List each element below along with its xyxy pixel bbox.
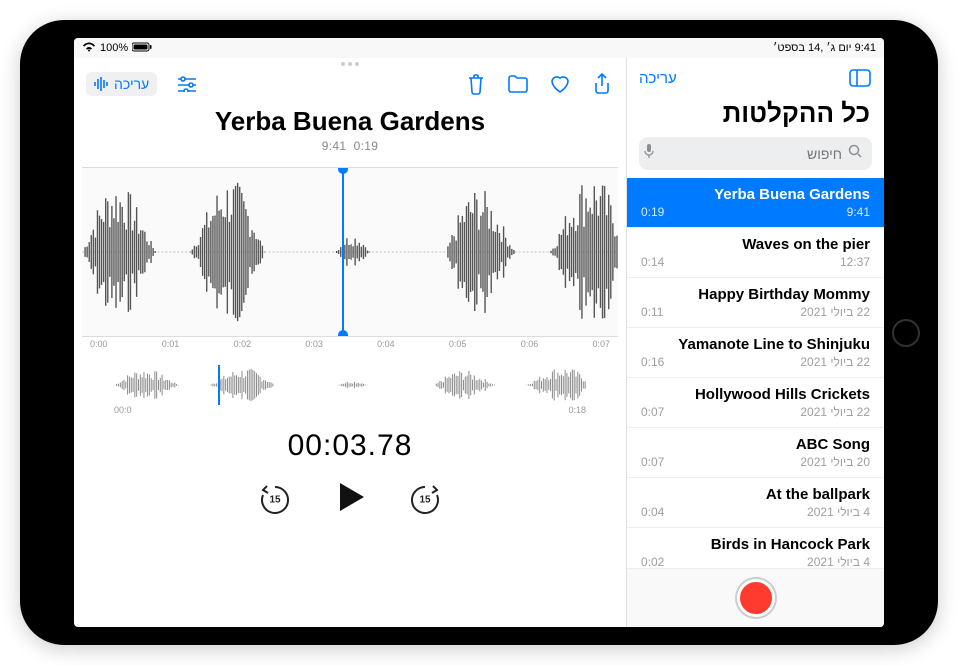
recording-item-time: 22 ביולי 2021: [800, 355, 870, 369]
sidebar: עריכה כל ההקלטות Yerba Buena Gardens 9:4…: [626, 58, 884, 627]
recording-title[interactable]: Yerba Buena Gardens: [74, 106, 626, 137]
recording-item[interactable]: Yerba Buena Gardens 9:41 0:19: [627, 178, 884, 228]
recording-item-title: Yerba Buena Gardens: [641, 186, 870, 203]
recording-item[interactable]: At the ballpark 4 ביולי 2021 0:04: [627, 478, 884, 528]
waveform[interactable]: [82, 167, 618, 337]
status-clock: 9:41 יום ג׳ ,14 בספט׳: [773, 42, 876, 54]
recording-item[interactable]: Yamanote Line to Shinjuku 22 ביולי 2021 0…: [627, 328, 884, 378]
recording-item-title: ABC Song: [641, 436, 870, 453]
play-button[interactable]: [332, 479, 368, 520]
recording-item[interactable]: Hollywood Hills Crickets 22 ביולי 2021 0:…: [627, 378, 884, 428]
recording-item-time: 20 ביולי 2021: [800, 455, 870, 469]
recording-item-duration: 0:04: [641, 505, 664, 519]
recording-item-time: 22 ביולי 2021: [800, 305, 870, 319]
recording-item-duration: 0:02: [641, 555, 664, 568]
recording-item-title: Yamanote Line to Shinjuku: [641, 336, 870, 353]
wifi-icon: [82, 42, 96, 55]
search-input[interactable]: [661, 146, 842, 162]
options-icon[interactable]: [175, 72, 199, 96]
overview-playhead[interactable]: [218, 365, 220, 405]
recording-item[interactable]: ABC Song 20 ביולי 2021 0:07: [627, 428, 884, 478]
favorite-icon[interactable]: [548, 72, 572, 96]
recording-subtime: 9:41 0:19: [74, 139, 626, 153]
recording-item-title: At the ballpark: [641, 486, 870, 503]
recording-item-duration: 0:16: [641, 355, 664, 369]
home-button[interactable]: [892, 319, 920, 347]
recording-item[interactable]: Happy Birthday Mommy 22 ביולי 2021 0:11: [627, 278, 884, 328]
trash-icon[interactable]: [464, 72, 488, 96]
recording-item-duration: 0:19: [641, 205, 664, 219]
recording-item-duration: 0:14: [641, 255, 664, 269]
skip-back-button[interactable]: 15: [258, 483, 292, 517]
edit-waveform-button[interactable]: עריכה: [86, 72, 157, 96]
search-icon: [848, 144, 862, 163]
ipad-frame: 100% 9:41 יום ג׳ ,14 בספט׳ עריכה: [20, 20, 938, 645]
record-button[interactable]: [737, 579, 775, 617]
recording-item-duration: 0:11: [641, 305, 663, 319]
folder-icon[interactable]: [506, 72, 530, 96]
share-icon[interactable]: [590, 72, 614, 96]
sidebar-title: כל ההקלטות: [627, 94, 884, 137]
current-time: 00:03.78: [74, 429, 626, 463]
playhead[interactable]: [342, 168, 344, 336]
screen: 100% 9:41 יום ג׳ ,14 בספט׳ עריכה: [74, 38, 884, 627]
battery-icon: [132, 42, 152, 55]
recording-item-time: 9:41: [847, 205, 870, 219]
recordings-list[interactable]: Yerba Buena Gardens 9:41 0:19 Waves on the…: [627, 178, 884, 568]
main-panel: עריכה: [74, 58, 626, 627]
recording-item[interactable]: Waves on the pier 12:37 0:14: [627, 228, 884, 278]
recording-item-time: 4 ביולי 2021: [807, 505, 870, 519]
overview-waveform[interactable]: [114, 367, 586, 403]
recording-item[interactable]: Birds in Hancock Park 4 ביולי 2021 0:02: [627, 528, 884, 568]
sidebar-edit-button[interactable]: עריכה: [639, 70, 677, 87]
dictation-icon[interactable]: [643, 143, 655, 164]
recording-item-time: 4 ביולי 2021: [807, 555, 870, 568]
battery-text: 100%: [100, 42, 128, 54]
recording-item-title: Happy Birthday Mommy: [641, 286, 870, 303]
status-bar: 100% 9:41 יום ג׳ ,14 בספט׳: [74, 38, 884, 58]
time-ruler: 0:000:010:020:030:040:050:060:07: [74, 337, 626, 349]
recording-item-duration: 0:07: [641, 455, 664, 469]
main-toolbar: עריכה: [74, 66, 626, 102]
search-box[interactable]: [639, 137, 872, 170]
recording-item-title: Hollywood Hills Crickets: [641, 386, 870, 403]
playback-controls: 15 15: [74, 479, 626, 520]
sidebar-toggle-icon[interactable]: [848, 66, 872, 90]
recording-item-time: 12:37: [840, 255, 870, 269]
recording-item-duration: 0:07: [641, 405, 664, 419]
overview-times: 00:0 0:18: [114, 405, 586, 415]
recording-item-title: Birds in Hancock Park: [641, 536, 870, 553]
recording-item-title: Waves on the pier: [641, 236, 870, 253]
skip-forward-button[interactable]: 15: [408, 483, 442, 517]
recording-item-time: 22 ביולי 2021: [800, 405, 870, 419]
